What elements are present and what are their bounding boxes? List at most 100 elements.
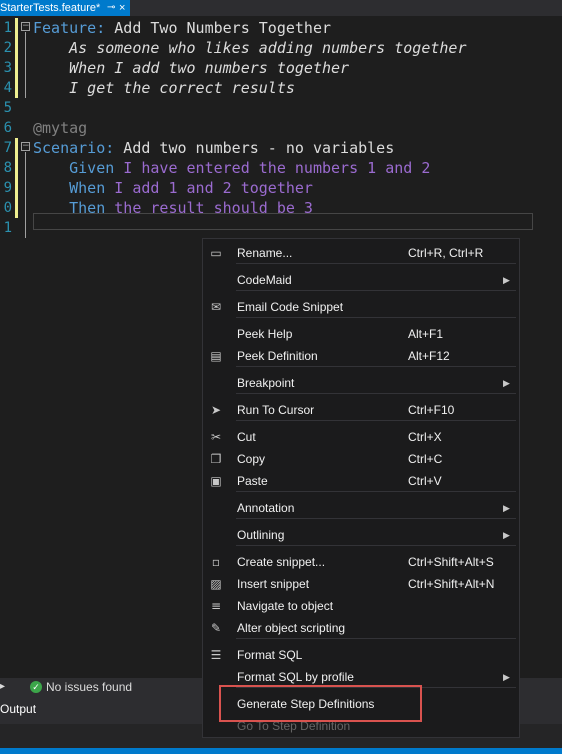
collapse-toggle-icon[interactable]: −: [21, 22, 30, 31]
cursor-arrow-icon: ➤: [210, 403, 222, 417]
menu-item-shortcut: Ctrl+X: [408, 430, 442, 444]
navigate-icon: ≡: [210, 599, 222, 613]
alter-script-icon: ✎: [210, 621, 222, 635]
code-token: When: [33, 179, 106, 197]
menu-item-create-snippet[interactable]: ▫ Create snippet... Ctrl+Shift+Alt+S: [203, 551, 519, 573]
menu-item-rename[interactable]: ▭ Rename... Ctrl+R, Ctrl+R: [203, 242, 519, 264]
collapse-toggle-icon[interactable]: −: [21, 142, 30, 151]
outline-guide: [25, 152, 26, 238]
menu-item-shortcut: Ctrl+Shift+Alt+S: [408, 555, 494, 569]
menu-item-outlining[interactable]: Outlining ▶: [203, 524, 519, 546]
close-icon[interactable]: ×: [119, 0, 125, 16]
menu-item-email-code-snippet[interactable]: ✉ Email Code Snippet: [203, 296, 519, 318]
output-panel-title[interactable]: Output: [0, 702, 36, 716]
menu-item-label: Run To Cursor: [237, 403, 315, 417]
change-marker: [15, 198, 18, 218]
menu-item-label: Copy: [237, 452, 266, 466]
menu-item-shortcut: Ctrl+Shift+Alt+N: [408, 577, 495, 591]
menu-item-peek-definition[interactable]: ▤ Peek Definition Alt+F12: [203, 345, 519, 367]
bottom-status-strip: [0, 748, 562, 754]
menu-item-label: Format SQL: [237, 648, 303, 662]
tab-startertests-feature[interactable]: StarterTests.feature* ⊸ ×: [0, 0, 130, 16]
line-number: 4: [3, 80, 12, 96]
expand-arrow-icon[interactable]: ▸: [0, 678, 5, 696]
issues-status-text[interactable]: No issues found: [46, 678, 132, 696]
code-text: When I add two numbers together: [33, 58, 349, 78]
line-number: 1: [3, 20, 12, 36]
menu-item-breakpoint[interactable]: Breakpoint ▶: [203, 372, 519, 394]
copy-icon: ❐: [210, 452, 222, 466]
menu-item-shortcut: Ctrl+V: [408, 474, 442, 488]
line-number: 5: [3, 100, 12, 116]
annotation-highlight-box: [219, 685, 422, 722]
submenu-arrow-icon: ▶: [503, 503, 510, 513]
menu-item-alter-object-scripting[interactable]: ✎ Alter object scripting: [203, 617, 519, 639]
code-token: @mytag: [33, 119, 88, 137]
change-marker: [15, 38, 18, 58]
tab-title: StarterTests.feature*: [0, 2, 101, 14]
menu-item-label: Insert snippet: [237, 577, 310, 591]
editor-line[interactable]: 4 I get the correct results: [0, 78, 562, 98]
menu-item-codemaid[interactable]: CodeMaid ▶: [203, 269, 519, 291]
line-number: 3: [3, 60, 12, 76]
menu-item-paste[interactable]: ▣ Paste Ctrl+V: [203, 470, 519, 492]
menu-item-insert-snippet[interactable]: ▨ Insert snippet Ctrl+Shift+Alt+N: [203, 573, 519, 595]
editor-line[interactable]: 5: [0, 98, 562, 118]
paste-icon: ▣: [210, 474, 222, 488]
editor-line[interactable]: 2 As someone who likes adding numbers to…: [0, 38, 562, 58]
change-marker: [15, 138, 18, 158]
menu-item-copy[interactable]: ❐ Copy Ctrl+C: [203, 448, 519, 470]
submenu-arrow-icon: ▶: [503, 275, 510, 285]
check-circle-icon: ✓: [30, 681, 42, 693]
menu-item-label: Paste: [237, 474, 268, 488]
code-token: I get the correct results: [33, 79, 295, 97]
pin-icon[interactable]: ⊸: [107, 0, 115, 16]
menu-item-run-to-cursor[interactable]: ➤ Run To Cursor Ctrl+F10: [203, 399, 519, 421]
line-number: 1: [3, 220, 12, 236]
menu-item-shortcut: Alt+F12: [408, 349, 450, 363]
menu-item-shortcut: Ctrl+R, Ctrl+R: [408, 246, 484, 260]
context-menu: ▭ Rename... Ctrl+R, Ctrl+R CodeMaid ▶ ✉ Email …: [202, 238, 520, 738]
menu-item-label: Alter object scripting: [237, 621, 346, 635]
code-text: When I add 1 and 2 together: [33, 178, 313, 198]
change-marker: [15, 58, 18, 78]
menu-item-label: Rename...: [237, 246, 293, 260]
code-token: Feature:: [33, 19, 106, 37]
editor-line[interactable]: 9 When I add 1 and 2 together: [0, 178, 562, 198]
rename-icon: ▭: [210, 246, 222, 260]
menu-item-shortcut: Alt+F1: [408, 327, 444, 341]
menu-item-navigate-to-object[interactable]: ≡ Navigate to object: [203, 595, 519, 617]
code-text: Given I have entered the numbers 1 and 2: [33, 158, 430, 178]
code-token: I add 1 and 2 together: [105, 179, 313, 197]
menu-item-label: Breakpoint: [237, 376, 295, 390]
code-token: Add Two Numbers Together: [105, 19, 332, 37]
code-token: When I add two numbers together: [33, 59, 350, 77]
submenu-arrow-icon: ▶: [503, 672, 510, 682]
code-text: Feature: Add Two Numbers Together: [33, 18, 331, 38]
code-text: I get the correct results: [33, 78, 295, 98]
menu-item-format-sql[interactable]: ☰ Format SQL: [203, 644, 519, 666]
editor-line[interactable]: 7− Scenario: Add two numbers - no variabl…: [0, 138, 562, 158]
submenu-arrow-icon: ▶: [503, 530, 510, 540]
code-text: Scenario: Add two numbers - no variables: [33, 138, 394, 158]
menu-item-cut[interactable]: ✂ Cut Ctrl+X: [203, 426, 519, 448]
email-icon: ✉: [210, 300, 222, 314]
editor-line[interactable]: 6 @mytag: [0, 118, 562, 138]
editor-line[interactable]: 3 When I add two numbers together: [0, 58, 562, 78]
menu-item-peek-help[interactable]: Peek Help Alt+F1: [203, 323, 519, 345]
menu-item-label: Outlining: [237, 528, 285, 542]
menu-item-label: Annotation: [237, 501, 295, 515]
code-token: Scenario:: [33, 139, 115, 157]
menu-item-shortcut: Ctrl+C: [408, 452, 443, 466]
line-number: 6: [3, 120, 12, 136]
code-text: @mytag: [33, 118, 87, 138]
code-token: As someone who likes adding numbers toge…: [33, 39, 467, 57]
menu-item-label: Peek Definition: [237, 349, 318, 363]
editor-line[interactable]: 8 Given I have entered the numbers 1 and…: [0, 158, 562, 178]
line-number: 9: [3, 180, 12, 196]
code-token: Given: [33, 159, 115, 177]
menu-item-annotation[interactable]: Annotation ▶: [203, 497, 519, 519]
submenu-arrow-icon: ▶: [503, 378, 510, 388]
document-tab-strip: StarterTests.feature* ⊸ ×: [0, 0, 562, 16]
editor-line[interactable]: 1− Feature: Add Two Numbers Together: [0, 18, 562, 38]
